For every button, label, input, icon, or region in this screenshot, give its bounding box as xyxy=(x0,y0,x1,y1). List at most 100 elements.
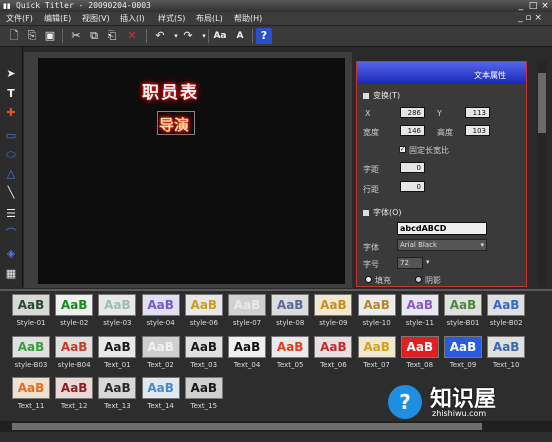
style-swatch[interactable]: AaB xyxy=(400,336,439,358)
x-field[interactable]: 286 xyxy=(400,107,425,118)
shadow-radio[interactable] xyxy=(415,276,422,283)
properties-header: 文本属性 xyxy=(357,62,526,84)
style-swatch[interactable]: AaB xyxy=(487,336,526,358)
lock-aspect-checkbox[interactable]: ✓ xyxy=(399,146,406,153)
style-swatch[interactable]: AaB xyxy=(184,336,223,358)
new-file-icon[interactable]: 🗋 xyxy=(6,28,22,44)
style-swatch-label: style-B03 xyxy=(14,361,48,369)
leading-field[interactable]: 0 xyxy=(400,181,425,192)
chevron-down-icon[interactable]: ▾ xyxy=(426,258,430,266)
menu-file[interactable]: 文件(F) xyxy=(6,13,33,24)
maximize-button[interactable]: □ xyxy=(528,1,538,11)
open-file-icon[interactable]: ⎘ xyxy=(24,28,40,44)
y-field[interactable]: 113 xyxy=(465,107,490,118)
minimize-button[interactable]: _ xyxy=(516,1,526,11)
style-swatch[interactable]: AaB xyxy=(141,336,180,358)
font-size-select[interactable]: 72 xyxy=(397,257,423,269)
tool-palette: ➤ T ✚ ▭ ⬭ △ ╲ ☰ ⌒ ◈ ▦ xyxy=(0,47,23,287)
cut-icon[interactable]: ✂ xyxy=(68,28,84,44)
font-section[interactable]: 字体(O) xyxy=(363,207,402,218)
style-swatch[interactable]: AaB xyxy=(228,336,266,358)
style-swatch[interactable]: AaB xyxy=(184,377,223,399)
ellipse-tool-icon[interactable]: ⬭ xyxy=(2,146,20,163)
select-arrow-icon[interactable]: ➤ xyxy=(2,65,20,82)
width-field[interactable]: 146 xyxy=(400,125,425,136)
style-swatch[interactable]: AaB xyxy=(55,336,94,358)
style-swatch[interactable]: AaB xyxy=(12,294,50,316)
save-icon[interactable]: ▣ xyxy=(42,28,58,44)
rectangle-tool-icon[interactable]: ▭ xyxy=(2,127,20,144)
help-icon[interactable]: ? xyxy=(256,28,272,44)
style-swatch[interactable]: AaB xyxy=(357,336,396,358)
watermark: ? 知识屋 zhishiwu.com xyxy=(378,377,548,433)
style-swatch[interactable]: AaB xyxy=(12,377,50,399)
menu-insert[interactable]: 插入(I) xyxy=(120,13,145,24)
style-swatch-label: Text_02 xyxy=(147,361,174,369)
style-swatch-label: style-B01 xyxy=(446,319,480,327)
style-swatch-label: Text_13 xyxy=(104,402,131,410)
font-face-select[interactable]: Arial Black ▾ xyxy=(397,239,487,251)
text-tool-icon[interactable]: T xyxy=(2,85,20,102)
undo-icon[interactable]: ↶ xyxy=(152,28,168,44)
style-swatch[interactable]: AaB xyxy=(271,294,310,316)
style-swatch[interactable]: AaB xyxy=(444,336,482,358)
style-swatch[interactable]: AaB xyxy=(98,377,137,399)
copy-icon[interactable]: ⧉ xyxy=(86,28,102,44)
watermark-url: zhishiwu.com xyxy=(432,409,487,418)
style-swatch[interactable]: AaB xyxy=(444,294,482,316)
fill-radio[interactable] xyxy=(365,276,372,283)
style-swatch[interactable]: AaB xyxy=(487,294,526,316)
font-face-value: Arial Black xyxy=(400,241,438,249)
style-swatch[interactable]: AaB xyxy=(357,294,396,316)
style-swatch[interactable]: AaB xyxy=(228,294,266,316)
style-swatch[interactable]: AaB xyxy=(184,294,223,316)
tracking-field[interactable]: 0 xyxy=(400,162,425,173)
menu-style[interactable]: 样式(S) xyxy=(158,13,185,24)
transform-section[interactable]: 变换(T) xyxy=(363,90,400,101)
style-swatch[interactable]: AaB xyxy=(98,294,137,316)
style-swatch[interactable]: AaB xyxy=(314,294,353,316)
tracking-label: 字距 xyxy=(363,165,379,174)
style-swatch-label: Text_09 xyxy=(449,361,477,369)
style-swatch[interactable]: AaB xyxy=(141,377,180,399)
paste-icon[interactable]: ⎗ xyxy=(104,28,120,44)
style-swatch[interactable]: AaB xyxy=(55,294,94,316)
style-swatch[interactable]: AaB xyxy=(141,294,180,316)
menu-edit[interactable]: 编辑(E) xyxy=(44,13,71,24)
properties-scrollbar[interactable] xyxy=(537,61,547,287)
crop-tool-icon[interactable]: ✚ xyxy=(2,104,20,121)
canvas-title-text[interactable]: 职员表 xyxy=(142,78,199,103)
triangle-tool-icon[interactable]: △ xyxy=(2,165,20,182)
redo-icon[interactable]: ↷ xyxy=(180,28,196,44)
scrollbar-thumb[interactable] xyxy=(538,73,546,133)
style-swatch-label: style-09 xyxy=(319,319,348,327)
menu-view[interactable]: 视图(V) xyxy=(82,13,110,24)
menu-help[interactable]: 帮助(H) xyxy=(234,13,262,24)
menu-layout[interactable]: 布局(L) xyxy=(196,13,223,24)
height-field[interactable]: 103 xyxy=(465,125,490,136)
style-swatch[interactable]: AaB xyxy=(400,294,439,316)
text-style-icon[interactable]: Aa xyxy=(212,28,228,44)
delete-icon[interactable]: ✕ xyxy=(124,28,140,44)
toolbar: 🗋 ⎘ ▣ ✂ ⧉ ⎗ ✕ ↶ ▾ ↷ ▾ Aa A ? xyxy=(0,26,552,47)
style-swatch[interactable]: AaB xyxy=(314,336,353,358)
font-size-label: 字号 xyxy=(363,260,379,269)
align-tool-icon[interactable]: ☰ xyxy=(2,205,20,222)
style-swatch[interactable]: AaB xyxy=(271,336,310,358)
grid-tool-icon[interactable]: ▦ xyxy=(2,265,20,282)
style-swatch[interactable]: AaB xyxy=(98,336,137,358)
title-canvas[interactable]: 职员表 导演 xyxy=(38,58,345,284)
path-tool-icon[interactable]: ⌒ xyxy=(2,225,20,242)
doc-minimize-button[interactable]: _ ▫ × xyxy=(518,13,542,24)
layer-tool-icon[interactable]: ◈ xyxy=(2,245,20,262)
canvas-subtitle-text[interactable]: 导演 xyxy=(159,114,189,135)
style-swatch-label: Text_07 xyxy=(363,361,390,369)
style-swatch[interactable]: AaB xyxy=(55,377,94,399)
text-font-icon[interactable]: A xyxy=(232,28,248,44)
close-button[interactable]: × xyxy=(540,1,550,11)
redo-dropdown-icon[interactable]: ▾ xyxy=(196,28,212,44)
properties-title: 文本属性 xyxy=(474,71,506,80)
style-swatch-label: style-08 xyxy=(276,319,305,327)
style-swatch[interactable]: AaB xyxy=(12,336,50,358)
line-tool-icon[interactable]: ╲ xyxy=(2,184,20,201)
